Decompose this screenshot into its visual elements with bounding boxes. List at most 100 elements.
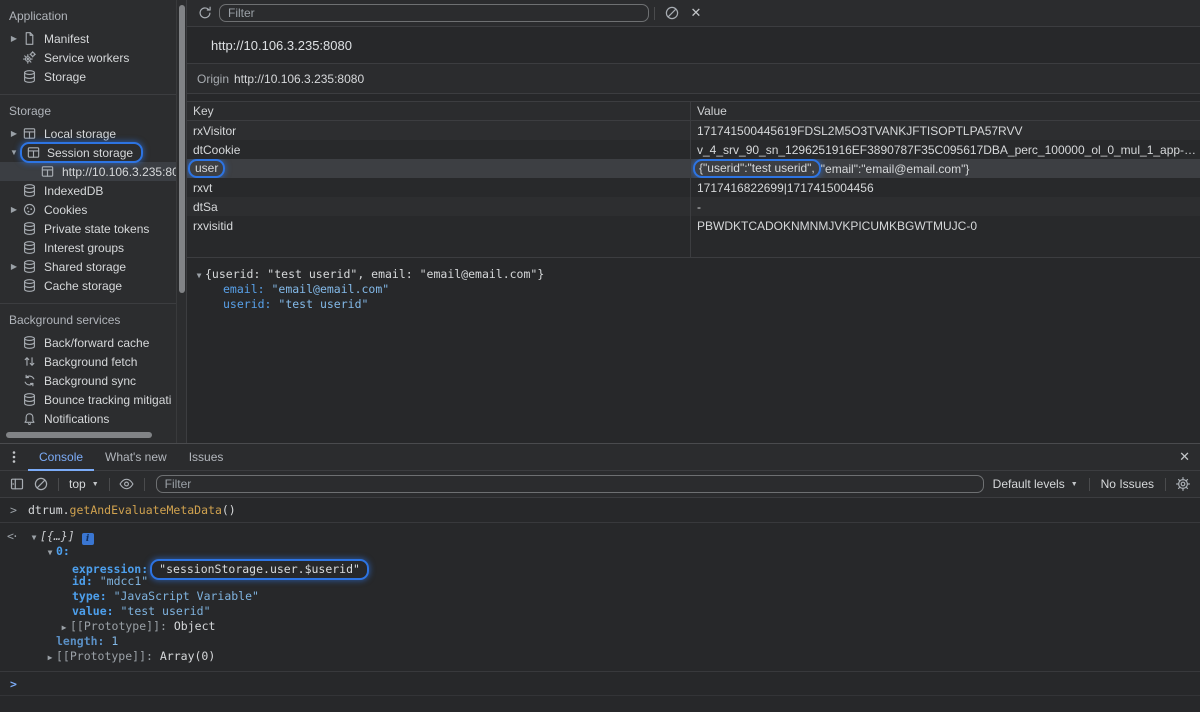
sidebar-item-interest-groups[interactable]: Interest groups: [0, 238, 176, 257]
chevron-down-icon[interactable]: ▼: [193, 268, 205, 283]
service-workers-icon: [22, 50, 37, 65]
preview-entry-userid: userid: "test userid": [187, 297, 1200, 312]
result-summary-row[interactable]: <·▼[{…}]i: [0, 529, 1200, 544]
database-icon: [22, 392, 37, 407]
sidebar-item-private-state-tokens[interactable]: Private state tokens: [0, 219, 176, 238]
chevron-right-icon[interactable]: ▶: [58, 620, 70, 635]
eye-icon[interactable]: [115, 474, 139, 494]
sidebar-item-back-forward-cache[interactable]: Back/forward cache: [0, 333, 176, 352]
panel-left-icon[interactable]: [5, 474, 29, 494]
session-storage-panel: ✕ http://10.106.3.235:8080 Origin http:/…: [186, 0, 1200, 443]
toolbar-separator: [1165, 478, 1166, 491]
log-levels-dropdown[interactable]: Default levels▼: [987, 477, 1084, 491]
database-icon: [22, 240, 37, 255]
sidebar-item-notifications[interactable]: Notifications: [0, 409, 176, 428]
toolbar-separator: [109, 478, 110, 491]
chevron-down-icon: ▼: [92, 481, 99, 488]
annotation-ring-session-storage: Session storage: [20, 142, 143, 163]
application-sidebar: Application ▶ Manifest Service workers S…: [0, 0, 176, 443]
chevron-right-icon[interactable]: ▶: [6, 262, 22, 271]
annotation-ring-user-key: user: [188, 159, 225, 178]
chevron-right-icon[interactable]: ▶: [44, 650, 56, 665]
console-filter-input[interactable]: [156, 475, 984, 493]
console-messages: >dtrum.getAndEvaluateMetaData() <·▼[{…}]…: [0, 498, 1200, 696]
sidebar-item-indexeddb[interactable]: IndexedDB: [0, 181, 176, 200]
result-prototype-array[interactable]: ▶[[Prototype]]: Array(0): [0, 649, 1200, 664]
sidebar-item-session-storage-origin[interactable]: http://10.106.3.235:8080: [0, 162, 176, 181]
console-result: <·▼[{…}]i ▼0: expression:"sessionStorage…: [0, 523, 1200, 672]
table-row-rxvisitid[interactable]: rxvisitid PBWDKTCADOKNMNMJVKPICUMKBGWTMU…: [187, 216, 1200, 235]
sidebar-item-cache-storage[interactable]: Cache storage: [0, 276, 176, 295]
console-input[interactable]: >: [0, 672, 1200, 696]
toolbar-separator: [58, 478, 59, 491]
bell-icon: [22, 411, 37, 426]
console-toolbar: top▼ Default levels▼ No Issues: [0, 471, 1200, 498]
column-header-value[interactable]: Value: [691, 102, 1200, 120]
chevron-down-icon[interactable]: ▼: [44, 545, 56, 560]
database-icon: [22, 221, 37, 236]
sidebar-item-manifest[interactable]: ▶ Manifest: [0, 29, 176, 48]
context-selector[interactable]: top▼: [64, 477, 104, 491]
storage-toolbar: ✕: [187, 0, 1200, 27]
toolbar-separator: [144, 478, 145, 491]
chevron-right-icon[interactable]: ▶: [6, 129, 22, 138]
database-icon: [22, 183, 37, 198]
table-row-dtcookie[interactable]: dtCookie v_4_srv_90_sn_1296251916EF38907…: [187, 140, 1200, 159]
console-command[interactable]: >dtrum.getAndEvaluateMetaData(): [0, 498, 1200, 523]
sidebar-item-bounce-tracking-mitigations[interactable]: Bounce tracking mitigati: [0, 390, 176, 409]
chevron-down-icon[interactable]: ▼: [28, 530, 40, 545]
result-length: length: 1: [0, 634, 1200, 649]
section-header-background-services: Background services: [0, 308, 176, 333]
storage-panel-title: http://10.106.3.235:8080: [187, 27, 1200, 64]
sidebar-item-shared-storage[interactable]: ▶ Shared storage: [0, 257, 176, 276]
sidebar-item-cookies[interactable]: ▶ Cookies: [0, 200, 176, 219]
result-prop-type: type: "JavaScript Variable": [0, 589, 1200, 604]
table-row-rxvisitor[interactable]: rxVisitor 171741500445619FDSL2M5O3TVANKJ…: [187, 121, 1200, 140]
table-header-row: Key Value: [187, 102, 1200, 121]
database-icon: [22, 259, 37, 274]
storage-items-table: Key Value rxVisitor 171741500445619FDSL2…: [187, 101, 1200, 257]
table-filler: [187, 235, 1200, 258]
sidebar-item-service-workers[interactable]: Service workers: [0, 48, 176, 67]
sidebar-horizontal-scrollbar[interactable]: [0, 431, 176, 439]
sidebar-item-session-storage[interactable]: ▼ Session storage: [0, 143, 176, 162]
sidebar-section-storage: Storage ▶ Local storage ▼ Session storag…: [0, 94, 176, 303]
origin-row: Origin http://10.106.3.235:8080: [187, 64, 1200, 94]
sidebar-item-storage[interactable]: Storage: [0, 67, 176, 86]
chevron-right-icon[interactable]: ▶: [6, 205, 22, 214]
tab-console[interactable]: Console: [28, 444, 94, 471]
preview-summary-row[interactable]: ▼{userid: "test userid", email: "email@e…: [187, 267, 1200, 282]
kebab-menu-icon[interactable]: [0, 444, 28, 471]
table-row-user[interactable]: user {"userid":"test userid","email":"em…: [187, 159, 1200, 178]
console-drawer: Console What's new Issues ✕ top▼ Default…: [0, 443, 1200, 712]
scrollbar-thumb[interactable]: [179, 5, 185, 293]
preview-entry-email: email: "email@email.com": [187, 282, 1200, 297]
clear-icon[interactable]: [660, 3, 684, 23]
console-toolbar-right: Default levels▼ No Issues: [987, 474, 1195, 494]
tab-whats-new[interactable]: What's new: [94, 444, 178, 471]
close-drawer-icon[interactable]: ✕: [1179, 449, 1190, 465]
chevron-down-icon: ▼: [1071, 481, 1078, 488]
close-icon[interactable]: ✕: [684, 3, 708, 23]
table-row-dtsa[interactable]: dtSa -: [187, 197, 1200, 216]
gear-icon[interactable]: [1171, 474, 1195, 494]
column-header-key[interactable]: Key: [187, 102, 691, 120]
sidebar-item-background-fetch[interactable]: Background fetch: [0, 352, 176, 371]
toolbar-separator: [654, 7, 655, 20]
storage-filter-input[interactable]: [219, 4, 649, 22]
console-tab-bar: Console What's new Issues ✕: [0, 444, 1200, 471]
tab-issues[interactable]: Issues: [178, 444, 235, 471]
result-prototype-object[interactable]: ▶[[Prototype]]: Object: [0, 619, 1200, 634]
no-issues-button[interactable]: No Issues: [1095, 477, 1160, 491]
sync-icon: [22, 373, 37, 388]
sidebar-item-local-storage[interactable]: ▶ Local storage: [0, 124, 176, 143]
clear-console-icon[interactable]: [29, 474, 53, 494]
chevron-right-icon[interactable]: ▶: [6, 34, 22, 43]
table-row-rxvt[interactable]: rxvt 1717416822699|1717415004456: [187, 178, 1200, 197]
sidebar-vertical-scrollbar[interactable]: [176, 0, 186, 443]
refresh-icon[interactable]: [193, 3, 217, 23]
result-index-row[interactable]: ▼0:: [0, 544, 1200, 559]
sidebar-item-background-sync[interactable]: Background sync: [0, 371, 176, 390]
annotation-ring-user-value: {"userid":"test userid",: [693, 159, 821, 178]
scrollbar-thumb[interactable]: [6, 432, 152, 438]
